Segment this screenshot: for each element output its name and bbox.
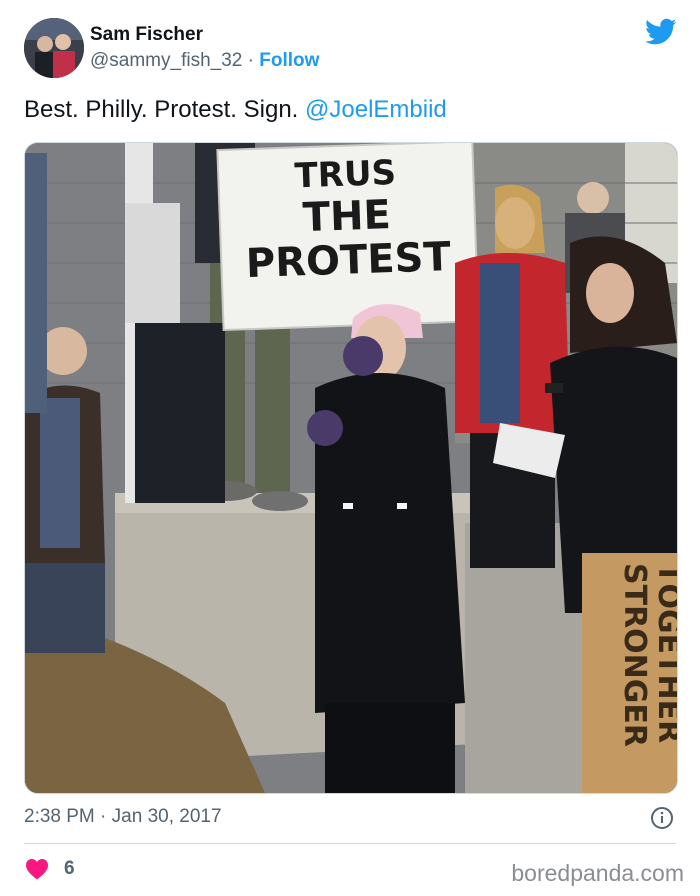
tweet-text: Best. Philly. Protest. Sign. @JoelEmbiid (24, 96, 447, 124)
cardboard-line-1: STRONGER (617, 563, 652, 747)
tweet-photo[interactable]: TRUS THE PROTEST STRONGER TOGETHER (24, 142, 678, 794)
info-icon[interactable] (650, 806, 674, 830)
mention-link[interactable]: @JoelEmbiid (305, 96, 447, 123)
twitter-bird-icon[interactable] (645, 18, 677, 46)
author-handle[interactable]: @sammy_fish_32 (90, 50, 242, 71)
avatar[interactable] (24, 18, 84, 78)
watermark: boredpanda.com (511, 860, 684, 886)
tweet-card: Sam Fischer @sammy_fish_32 · Follow Best… (0, 0, 700, 896)
author-name[interactable]: Sam Fischer (90, 24, 203, 46)
cardboard-line-2: TOGETHER (651, 563, 677, 743)
sign-line-3: PROTEST (245, 234, 452, 287)
handle-separator: · (247, 50, 254, 71)
like-count: 6 (64, 858, 75, 879)
divider (24, 843, 676, 844)
heart-icon[interactable] (25, 858, 49, 880)
timestamp-separator: · (100, 806, 107, 827)
tweet-date: Jan 30, 2017 (111, 806, 222, 827)
sign-line-2: THE (302, 192, 392, 241)
sign-line-1: TRUS (294, 153, 397, 197)
author-handle-row: @sammy_fish_32 · Follow (90, 50, 319, 72)
follow-button[interactable]: Follow (259, 50, 319, 71)
tweet-time: 2:38 PM (24, 806, 95, 827)
tweet-timestamp[interactable]: 2:38 PM · Jan 30, 2017 (24, 806, 222, 828)
tweet-body: Best. Philly. Protest. Sign. (24, 96, 306, 123)
